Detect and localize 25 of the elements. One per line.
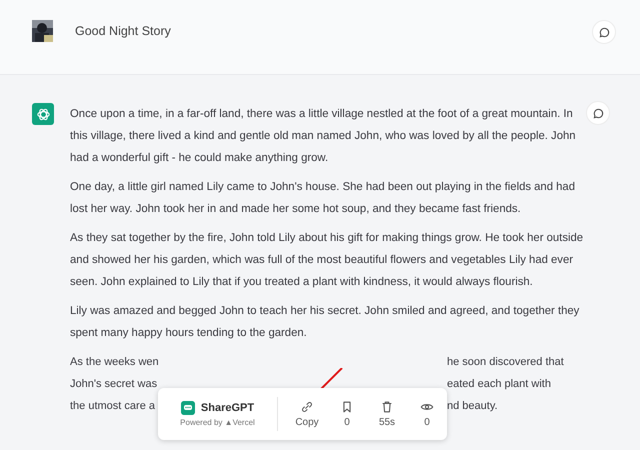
message-text: nd beauty. — [447, 399, 499, 414]
trash-icon — [380, 400, 394, 414]
speech-bubble-icon — [598, 26, 610, 38]
brand-name: ShareGPT — [200, 402, 254, 414]
message-paragraph: Once upon a time, in a far-off land, there was a little village nestled at the foot of a great mountain. In this village, there lived a kind and gentle old man named John, who was loved by all the people. John had a wonderful gift - he could make anything grow. — [70, 107, 577, 166]
message-text: As the weeks wen — [70, 355, 158, 370]
trash-button[interactable]: 55s — [367, 400, 407, 428]
message-text: eated each plant with — [447, 377, 552, 392]
powered-by-link[interactable]: Powered by ▲Vercel — [180, 418, 255, 427]
message-text: John's secret was — [70, 377, 158, 392]
speech-bubble-icon — [592, 108, 604, 118]
openai-logo-icon — [32, 103, 54, 125]
message-paragraph: As they sat together by the fire, John told Lily about his gift for making things grow. He took her outside and showed her his garden, which was full of the most beautiful flowers and vegetables Lily had ever seen. John explained to Lily that if you treated a plant with kindness, it would always flourish. — [70, 231, 584, 290]
message-paragraph: One day, a little girl named Lily came to John's house. She had been out playing in the fields and had lost her way. John took her in and made her some hot soup, and they became fast friends. — [70, 180, 576, 217]
message-paragraph: Lily was amazed and begged John to teach her his secret. John smiled and agreed, and together they spent many happy hours tending to the garden. — [70, 304, 580, 341]
comment-button[interactable] — [592, 20, 616, 44]
message-text: he soon discovered that — [447, 355, 565, 370]
comment-button[interactable] — [586, 101, 610, 125]
chat-logo-icon — [180, 401, 195, 415]
eye-button[interactable]: 0 — [407, 400, 447, 428]
conversation-title: Good Night Story — [75, 24, 172, 38]
bookmark-button[interactable]: 0 — [327, 400, 367, 428]
link-button[interactable]: Copy — [287, 400, 327, 428]
link-icon — [300, 400, 314, 414]
message-text: the utmost care a — [70, 399, 156, 414]
